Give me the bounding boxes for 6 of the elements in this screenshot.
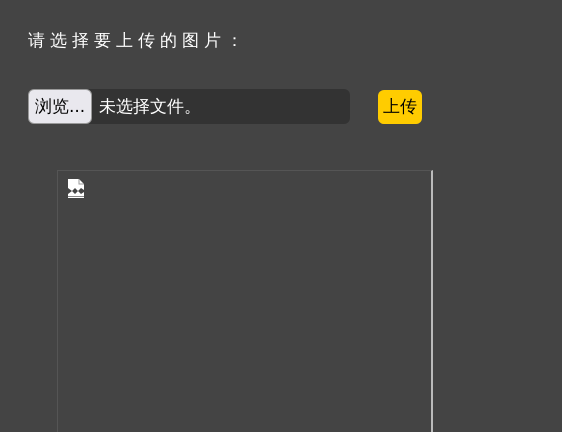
file-input[interactable]: 浏览... 未选择文件。	[28, 89, 350, 124]
browse-button[interactable]: 浏览...	[28, 89, 92, 124]
instruction-text: 请选择要上传的图片：	[28, 30, 248, 53]
file-status-text: 未选择文件。	[99, 96, 202, 118]
broken-image-icon	[67, 178, 85, 199]
upload-button[interactable]: 上传	[378, 90, 422, 124]
